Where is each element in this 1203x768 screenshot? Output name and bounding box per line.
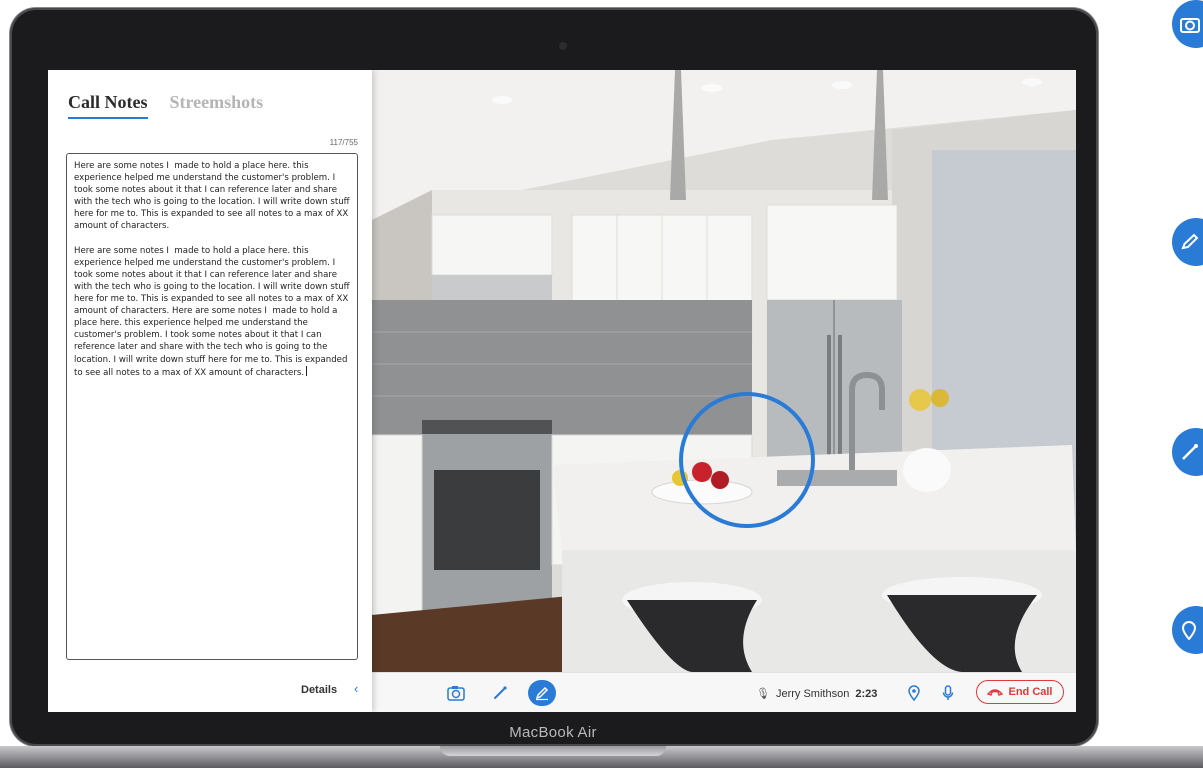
- notes-textarea[interactable]: Here are some notes I made to hold a pla…: [66, 153, 358, 660]
- end-call-button[interactable]: End Call: [976, 680, 1064, 704]
- microphone-icon: [942, 685, 954, 700]
- laptop-hinge-notch: [440, 746, 666, 756]
- caller-info: 🎙︎ Jerry Smithson 2:23: [756, 687, 877, 700]
- call-toolbar: 🎙︎ Jerry Smithson 2:23 End Call: [372, 672, 1076, 712]
- tab-streemshots[interactable]: Streemshots: [170, 92, 264, 119]
- side-draw-button[interactable]: [1172, 218, 1203, 266]
- laser-pointer-button[interactable]: [486, 680, 514, 706]
- app-screen: Call Notes Streemshots 117/755 Here are …: [48, 70, 1076, 712]
- details-label[interactable]: Details: [301, 684, 337, 696]
- call-notes-panel: Call Notes Streemshots 117/755 Here are …: [48, 70, 372, 712]
- draw-pen-icon: [1181, 233, 1199, 250]
- mute-button[interactable]: [934, 680, 962, 706]
- camera-icon: [447, 686, 465, 701]
- location-pin-icon: [908, 685, 920, 701]
- text-caret: [306, 365, 308, 376]
- end-call-label: End Call: [1008, 686, 1053, 698]
- kitchen-scene-image: [372, 70, 1076, 672]
- character-count: 117/755: [329, 138, 358, 147]
- webcam-dot: [559, 42, 567, 50]
- location-button[interactable]: [900, 680, 928, 706]
- notes-text: Here are some notes I made to hold a pla…: [74, 161, 350, 378]
- device-brand-label: MacBook Air: [509, 724, 597, 741]
- side-location-button[interactable]: [1172, 606, 1203, 654]
- camera-button[interactable]: [442, 680, 470, 706]
- laser-pointer-icon: [1182, 444, 1198, 460]
- chevron-left-icon[interactable]: ‹: [354, 681, 358, 696]
- laptop-bezel: Call Notes Streemshots 117/755 Here are …: [10, 8, 1098, 746]
- location-pin-icon: [1181, 621, 1197, 640]
- laser-pointer-icon: [494, 686, 507, 699]
- microphone-small-icon: 🎙︎: [756, 688, 770, 700]
- side-laser-button[interactable]: [1172, 428, 1203, 476]
- draw-pen-icon: [535, 686, 549, 701]
- hang-up-phone-icon: [987, 689, 1004, 696]
- notes-tabs: Call Notes Streemshots: [68, 92, 263, 119]
- tab-call-notes[interactable]: Call Notes: [68, 92, 148, 119]
- draw-pen-button[interactable]: [528, 680, 556, 706]
- live-video-feed[interactable]: [372, 70, 1076, 672]
- camera-icon: [1180, 18, 1200, 33]
- side-camera-button[interactable]: [1172, 0, 1203, 48]
- call-timer: 2:23: [855, 688, 878, 700]
- caller-name: Jerry Smithson: [775, 688, 850, 700]
